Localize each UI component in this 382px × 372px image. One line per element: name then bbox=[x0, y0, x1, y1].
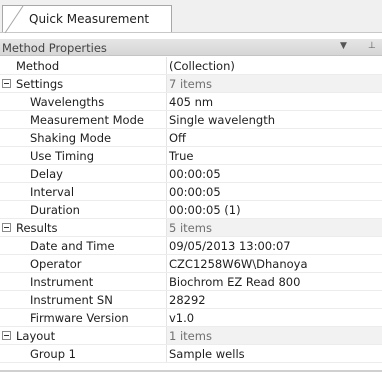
category-row-results[interactable]: Results 5 items bbox=[0, 219, 382, 237]
property-name: Duration bbox=[30, 203, 80, 217]
collapse-icon[interactable] bbox=[2, 331, 11, 340]
property-name: Group 1 bbox=[30, 347, 76, 361]
property-name: Method bbox=[16, 59, 60, 73]
document-tab-strip: Quick Measurement bbox=[0, 0, 382, 33]
property-row-instrument[interactable]: Instrument Biochrom EZ Read 800 bbox=[0, 273, 382, 291]
property-grid-header: Method Properties ▼ ⊥ bbox=[0, 39, 382, 56]
property-row-firmware-version[interactable]: Firmware Version v1.0 bbox=[0, 309, 382, 327]
property-name: Instrument bbox=[30, 275, 94, 289]
category-name: Settings bbox=[16, 77, 64, 91]
tab-quick-measurement[interactable]: Quick Measurement bbox=[2, 5, 172, 33]
property-value[interactable]: 00:00:05 (1) bbox=[166, 201, 382, 218]
property-name: Wavelengths bbox=[30, 95, 105, 109]
property-row-operator[interactable]: Operator CZC1258W6W\Dhanoya bbox=[0, 255, 382, 273]
property-name: Measurement Mode bbox=[30, 113, 144, 127]
property-name: Interval bbox=[30, 185, 75, 199]
property-value[interactable]: 00:00:05 bbox=[166, 165, 382, 182]
property-value[interactable]: (Collection) bbox=[166, 57, 382, 74]
category-summary: 7 items bbox=[166, 75, 382, 92]
property-value[interactable]: Biochrom EZ Read 800 bbox=[166, 273, 382, 290]
property-value[interactable]: 405 nm bbox=[166, 93, 382, 110]
property-row-instrument-sn[interactable]: Instrument SN 28292 bbox=[0, 291, 382, 309]
property-name: Operator bbox=[30, 257, 82, 271]
category-summary: 5 items bbox=[166, 219, 382, 236]
property-value[interactable]: v1.0 bbox=[166, 309, 382, 326]
property-row-date-and-time[interactable]: Date and Time 09/05/2013 13:00:07 bbox=[0, 237, 382, 255]
chevron-down-icon[interactable]: ▼ bbox=[340, 41, 347, 51]
property-name: Shaking Mode bbox=[30, 131, 112, 145]
property-value[interactable]: 28292 bbox=[166, 291, 382, 308]
property-value[interactable]: Single wavelength bbox=[166, 111, 382, 128]
property-value[interactable]: 00:00:05 bbox=[166, 183, 382, 200]
property-value[interactable]: True bbox=[166, 147, 382, 164]
property-row-use-timing[interactable]: Use Timing True bbox=[0, 147, 382, 165]
collapse-icon[interactable] bbox=[2, 79, 11, 88]
collapse-icon[interactable] bbox=[2, 223, 11, 232]
category-name: Results bbox=[16, 221, 58, 235]
category-row-layout[interactable]: Layout 1 items bbox=[0, 327, 382, 345]
property-row-group-1[interactable]: Group 1 Sample wells bbox=[0, 345, 382, 363]
property-name: Instrument SN bbox=[30, 293, 113, 307]
tab-edge bbox=[4, 6, 24, 33]
property-row-measurement-mode[interactable]: Measurement Mode Single wavelength bbox=[0, 111, 382, 129]
category-summary: 1 items bbox=[166, 327, 382, 344]
category-row-settings[interactable]: Settings 7 items bbox=[0, 75, 382, 93]
property-name: Firmware Version bbox=[30, 311, 129, 325]
property-value[interactable]: 09/05/2013 13:00:07 bbox=[166, 237, 382, 254]
property-value[interactable]: Off bbox=[166, 129, 382, 146]
property-row-delay[interactable]: Delay 00:00:05 bbox=[0, 165, 382, 183]
property-name: Date and Time bbox=[30, 239, 115, 253]
property-row-shaking-mode[interactable]: Shaking Mode Off bbox=[0, 129, 382, 147]
property-row-interval[interactable]: Interval 00:00:05 bbox=[0, 183, 382, 201]
property-value[interactable]: Sample wells bbox=[166, 345, 382, 362]
property-row-wavelengths[interactable]: Wavelengths 405 nm bbox=[0, 93, 382, 111]
tab-label: Quick Measurement bbox=[29, 12, 150, 26]
property-value[interactable]: CZC1258W6W\Dhanoya bbox=[166, 255, 382, 272]
pin-icon[interactable]: ⊥ bbox=[368, 41, 376, 51]
property-row-method[interactable]: Method (Collection) bbox=[0, 57, 382, 75]
panel-title: Method Properties bbox=[2, 41, 107, 55]
property-name: Use Timing bbox=[30, 149, 94, 163]
property-row-duration[interactable]: Duration 00:00:05 (1) bbox=[0, 201, 382, 219]
category-name: Layout bbox=[16, 329, 56, 343]
property-name: Delay bbox=[30, 167, 63, 181]
